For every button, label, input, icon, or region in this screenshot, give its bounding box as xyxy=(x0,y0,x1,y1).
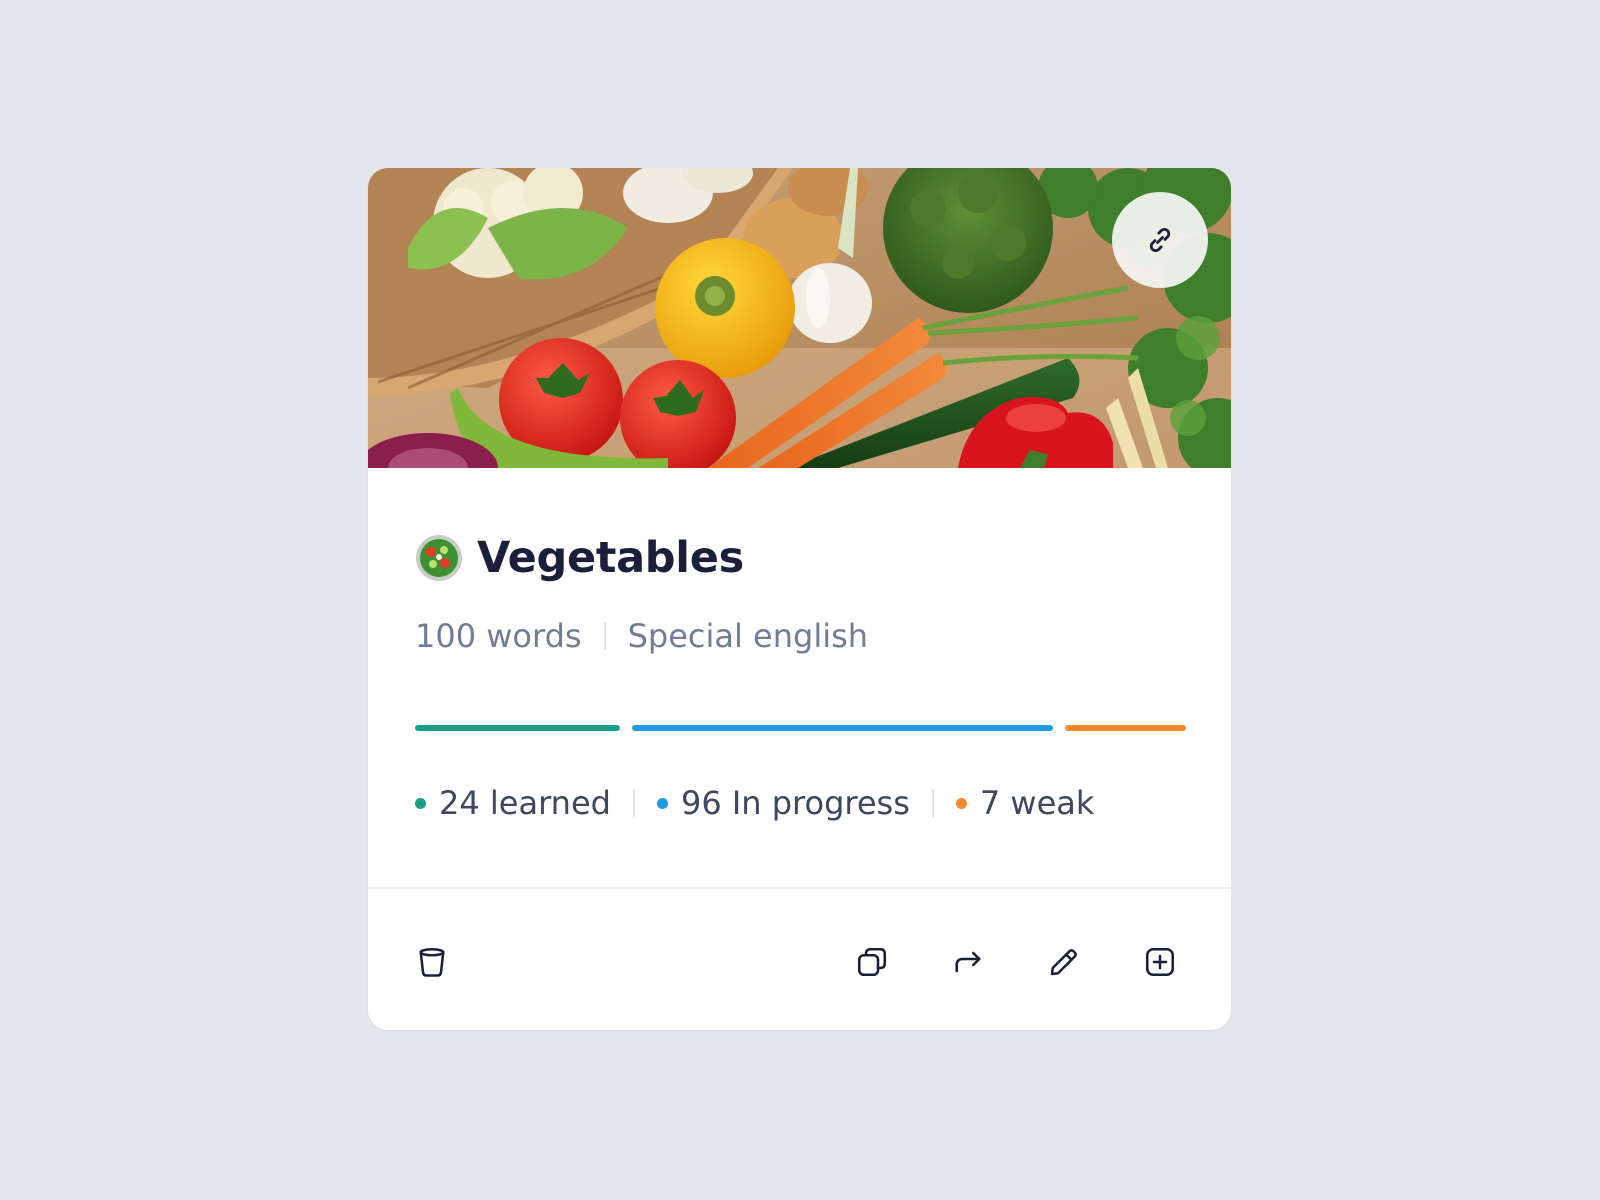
meta-separator xyxy=(603,622,606,650)
hero-image xyxy=(368,168,1231,468)
learned-label: 24 learned xyxy=(439,784,611,822)
add-square-icon xyxy=(1145,947,1175,977)
stats-row: 24 learned 96 In progress 7 weak xyxy=(415,779,1094,827)
share-icon xyxy=(955,951,981,973)
vegetables-photo xyxy=(368,168,1231,468)
stats-separator xyxy=(632,789,635,817)
copy-icon xyxy=(857,947,887,977)
deck-meta: 100 words Special english xyxy=(415,612,868,660)
stat-learned: 24 learned xyxy=(415,784,611,822)
link-icon xyxy=(1149,227,1171,253)
edit-button[interactable] xyxy=(1042,940,1086,984)
word-count: 100 words xyxy=(415,617,582,655)
add-button[interactable] xyxy=(1138,940,1182,984)
delete-button[interactable] xyxy=(410,940,454,984)
stat-weak: 7 weak xyxy=(955,784,1095,822)
learned-dot xyxy=(415,797,426,809)
stats-separator xyxy=(931,789,934,817)
deck-title: Vegetables xyxy=(477,533,744,583)
link-button[interactable] xyxy=(1112,192,1208,288)
trash-icon xyxy=(419,947,445,977)
deck-card[interactable]: Vegetables 100 words Special english 24 … xyxy=(368,168,1231,1030)
progress-in-progress-bar xyxy=(632,725,1053,731)
in-progress-label: 96 In progress xyxy=(680,784,910,822)
edit-icon xyxy=(1050,949,1077,976)
share-button[interactable] xyxy=(946,940,990,984)
deck-category: Special english xyxy=(627,617,869,655)
copy-button[interactable] xyxy=(850,940,894,984)
progress-weak-bar xyxy=(1065,725,1186,731)
weak-dot xyxy=(955,797,967,809)
green-salad-emoji xyxy=(416,535,462,581)
progress-learned-bar xyxy=(415,725,620,731)
in-progress-dot xyxy=(656,797,668,809)
weak-label: 7 weak xyxy=(979,784,1095,822)
title-row: Vegetables xyxy=(415,528,744,588)
actions-divider xyxy=(368,887,1231,889)
stat-in-progress: 96 In progress xyxy=(656,784,910,822)
